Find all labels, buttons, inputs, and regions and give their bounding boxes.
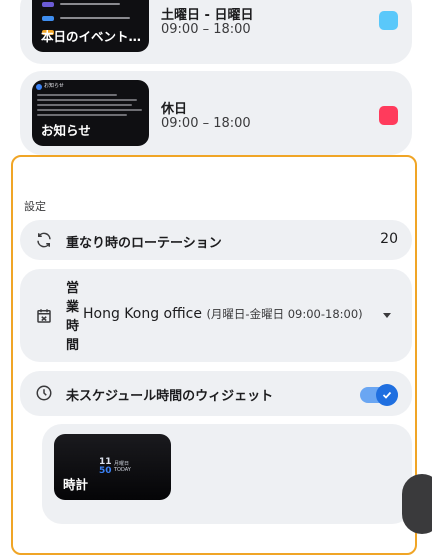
event-color-swatch[interactable] xyxy=(379,11,398,30)
announcement-thumbnail: お知らせ お知らせ xyxy=(32,80,149,146)
clock-date-line2: TODAY xyxy=(114,467,131,473)
event-thumbnail: 本日のイベント… xyxy=(32,0,149,52)
event-thumbnail-label: お知らせ xyxy=(41,123,91,138)
event-card-weekend[interactable]: 本日のイベント… 土曜日 - 日曜日 09:00 – 18:00 xyxy=(20,0,412,64)
rotation-setting-row[interactable]: 重なり時のローテーション 20 xyxy=(20,220,412,260)
clock-icon xyxy=(35,384,53,402)
clock-date: 月曜日 TODAY xyxy=(114,461,131,473)
event-title: 土曜日 - 日曜日 xyxy=(161,8,254,23)
clock-widget-card[interactable]: 11 50 月曜日 TODAY 時計 xyxy=(42,424,412,524)
toggle-check-icon[interactable] xyxy=(376,384,398,406)
calendar-icon xyxy=(35,307,53,325)
event-time: 09:00 – 18:00 xyxy=(161,116,251,131)
event-title: 休日 xyxy=(161,102,188,117)
unscheduled-widget-row[interactable]: 未スケジュール時間のウィジェット xyxy=(20,371,412,416)
event-time: 09:00 – 18:00 xyxy=(161,22,251,37)
business-hours-label: 営業時間 xyxy=(66,281,80,353)
chevron-down-icon[interactable] xyxy=(383,313,391,318)
widget-label: 時計 xyxy=(63,477,89,492)
event-thumbnail-label: 本日のイベント… xyxy=(41,29,142,44)
rotation-value[interactable]: 20 xyxy=(380,231,398,247)
clock-time: 11 50 xyxy=(99,458,112,476)
office-select[interactable]: Hong Kong office (月曜日-金曜日 09:00-18:00) xyxy=(83,306,363,322)
settings-section-label: 設定 xyxy=(24,200,46,213)
clock-thumbnail: 11 50 月曜日 TODAY 時計 xyxy=(54,434,171,500)
corner-overlay xyxy=(402,474,432,534)
unscheduled-widget-label: 未スケジュール時間のウィジェット xyxy=(66,389,274,404)
clock-minute: 50 xyxy=(99,466,112,476)
rotation-label: 重なり時のローテーション xyxy=(66,236,222,251)
announcement-heading: お知らせ xyxy=(44,83,64,89)
refresh-icon xyxy=(35,231,53,249)
office-hours: (月曜日-金曜日 09:00-18:00) xyxy=(206,307,363,321)
office-name: Hong Kong office xyxy=(83,306,202,322)
business-hours-row[interactable]: 営業時間 Hong Kong office (月曜日-金曜日 09:00-18:… xyxy=(20,269,412,362)
event-card-holiday[interactable]: お知らせ お知らせ 休日 09:00 – 18:00 xyxy=(20,71,412,155)
event-color-swatch[interactable] xyxy=(379,106,398,125)
